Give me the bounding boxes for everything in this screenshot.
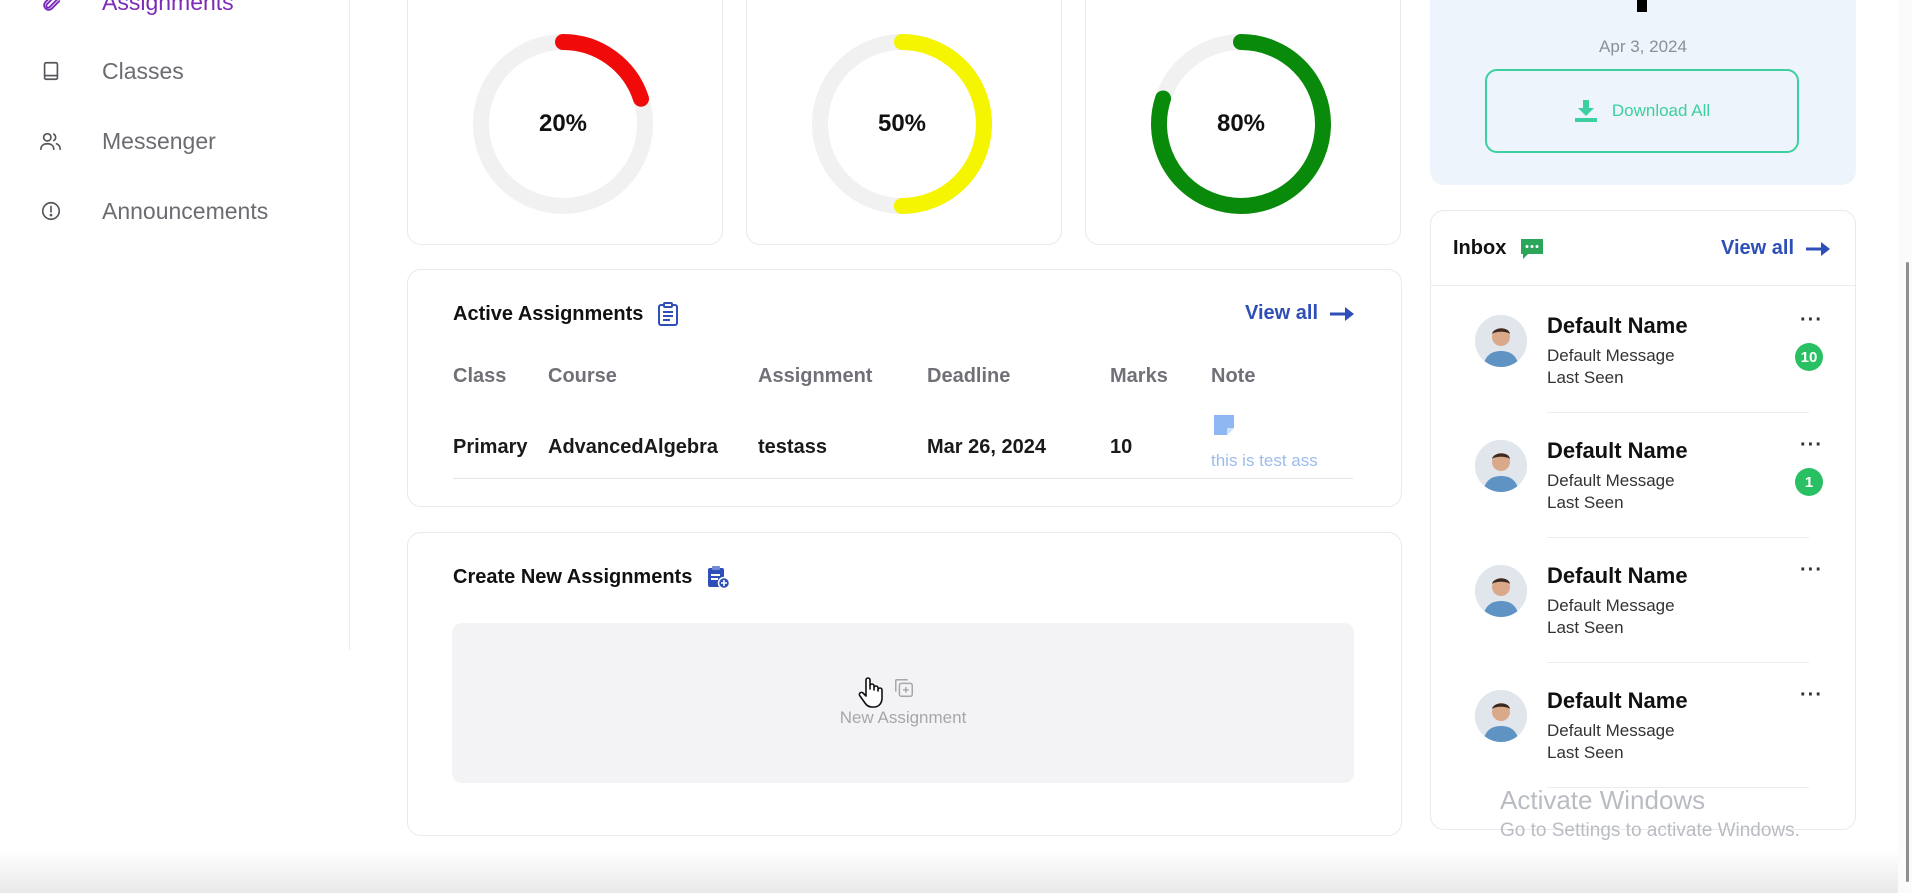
download-date: Apr 3, 2024: [1599, 37, 1687, 56]
progress-donut: 50%: [807, 29, 997, 219]
activate-windows-hint: Go to Settings to activate Windows.: [1500, 820, 1800, 841]
alert-circle-icon: [38, 198, 64, 224]
more-options-button[interactable]: ···: [1800, 309, 1823, 332]
more-options-button[interactable]: ···: [1800, 684, 1823, 707]
scrollbar-thumb[interactable]: [1906, 262, 1909, 882]
cell-class: Primary: [453, 436, 528, 458]
clipboard-icon: [657, 302, 679, 326]
activate-windows-watermark: Activate Windows: [1500, 785, 1706, 815]
partial-glyph: [1637, 0, 1647, 12]
inbox-message[interactable]: Default Name Default Message Last Seen ·…: [1475, 309, 1825, 440]
message-preview: Default Message: [1547, 721, 1675, 740]
inbox-title: Inbox: [1453, 237, 1544, 260]
book-icon: [38, 58, 64, 84]
column-header-course: Course: [548, 365, 617, 387]
sidebar: Assignments Classes Messenger Announceme…: [0, 0, 350, 650]
download-all-button[interactable]: Download All: [1485, 69, 1799, 153]
arrow-right-icon: [1330, 306, 1355, 321]
note-icon[interactable]: [1212, 413, 1236, 442]
cell-marks: 10: [1110, 436, 1133, 458]
clipboard-add-icon: [706, 565, 731, 589]
view-all-label: View all: [1245, 302, 1319, 324]
last-seen: Last Seen: [1547, 743, 1624, 762]
active-assignments-view-all-link[interactable]: View all: [1245, 302, 1355, 325]
inbox-card: Inbox View all Default Name Default Mess…: [1430, 210, 1856, 830]
bottom-edge: [0, 850, 1898, 893]
section-title-text: Inbox: [1453, 237, 1507, 259]
sender-name: Default Name: [1547, 313, 1688, 338]
create-assignments-title: Create New Assignments: [453, 565, 731, 589]
unread-badge: 10: [1795, 343, 1823, 371]
progress-percent: 50%: [877, 110, 927, 137]
inbox-message[interactable]: Default Name Default Message Last Seen ·…: [1475, 434, 1825, 565]
column-header-assignment: Assignment: [758, 365, 873, 387]
column-header-deadline: Deadline: [927, 365, 1011, 387]
new-assignment-label: New Assignment: [839, 708, 967, 727]
progress-percent: 80%: [1216, 110, 1266, 137]
message-divider: [1547, 412, 1809, 413]
view-all-label: View all: [1721, 237, 1795, 259]
last-seen: Last Seen: [1547, 493, 1624, 512]
download-icon: [1574, 99, 1598, 123]
sidebar-item-announcements[interactable]: Announcements: [38, 191, 268, 231]
section-title-text: Create New Assignments: [453, 565, 693, 588]
sidebar-item-label: Messenger: [102, 127, 216, 154]
progress-donut: 80%: [1146, 29, 1336, 219]
inbox-message[interactable]: Default Name Default Message Last Seen ·…: [1475, 559, 1825, 690]
more-options-button[interactable]: ···: [1800, 559, 1823, 582]
users-icon: [38, 128, 64, 154]
column-header-note: Note: [1211, 365, 1256, 387]
progress-donut: 20%: [468, 29, 658, 219]
message-divider: [1547, 662, 1809, 663]
message-preview: Default Message: [1547, 596, 1675, 615]
paperclip-icon: [38, 0, 64, 15]
avatar: [1475, 690, 1527, 742]
sidebar-item-assignments[interactable]: Assignments: [38, 0, 234, 22]
sidebar-item-messenger[interactable]: Messenger: [38, 121, 216, 161]
message-preview: Default Message: [1547, 471, 1675, 490]
avatar: [1475, 315, 1527, 367]
cell-assignment: testass: [758, 436, 827, 458]
sidebar-item-classes[interactable]: Classes: [38, 51, 184, 91]
message-preview: Default Message: [1547, 346, 1675, 365]
sidebar-item-label: Announcements: [102, 197, 269, 224]
scrollbar-track[interactable]: [1898, 0, 1912, 893]
hand-cursor-icon: [858, 676, 884, 713]
sidebar-item-label: Classes: [102, 57, 184, 84]
cell-course: AdvancedAlgebra: [548, 436, 719, 458]
sender-name: Default Name: [1547, 688, 1688, 713]
arrow-right-icon: [1806, 241, 1831, 256]
progress-card-1: 20%: [407, 0, 723, 245]
new-assignment-button[interactable]: New Assignment: [452, 623, 1354, 783]
inbox-view-all-link[interactable]: View all: [1721, 237, 1831, 260]
column-header-class: Class: [453, 365, 507, 387]
column-header-marks: Marks: [1110, 365, 1168, 387]
last-seen: Last Seen: [1547, 618, 1624, 637]
download-panel: Apr 3, 2024 Download All: [1430, 0, 1856, 185]
message-divider: [1547, 537, 1809, 538]
avatar: [1475, 565, 1527, 617]
active-assignments-title: Active Assignments: [453, 302, 679, 326]
inbox-divider: [1431, 285, 1855, 286]
progress-card-2: 50%: [746, 0, 1062, 245]
progress-percent: 20%: [538, 110, 588, 137]
row-divider: [453, 478, 1353, 479]
download-all-label: Download All: [1611, 101, 1711, 120]
cell-note: this is test ass: [1211, 451, 1318, 470]
chat-icon: [1520, 238, 1544, 260]
last-seen: Last Seen: [1547, 368, 1624, 387]
add-copy-icon: [893, 677, 915, 704]
unread-badge: 1: [1795, 468, 1823, 496]
sidebar-item-label: Assignments: [102, 0, 234, 15]
dashboard: Assignments Classes Messenger Announceme…: [0, 0, 1912, 893]
sender-name: Default Name: [1547, 438, 1688, 463]
more-options-button[interactable]: ···: [1800, 434, 1823, 457]
avatar: [1475, 440, 1527, 492]
sender-name: Default Name: [1547, 563, 1688, 588]
cell-deadline: Mar 26, 2024: [927, 436, 1046, 458]
progress-card-3: 80%: [1085, 0, 1401, 245]
section-title-text: Active Assignments: [453, 302, 644, 325]
